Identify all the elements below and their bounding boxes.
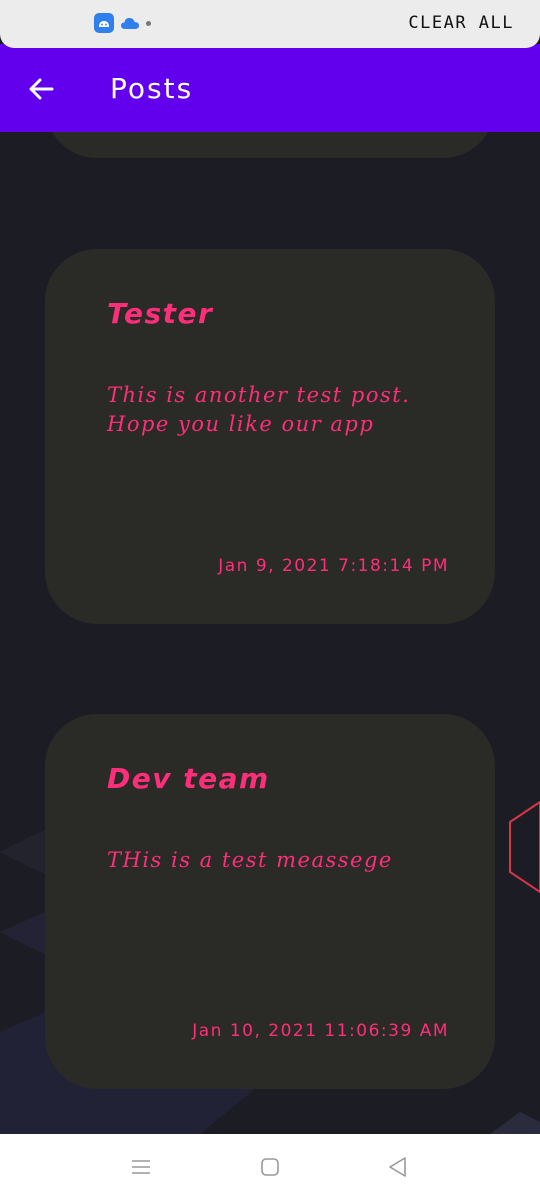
- page-title: Posts: [110, 72, 194, 105]
- arrow-left-icon[interactable]: [22, 74, 62, 104]
- system-nav-bar: [0, 1134, 540, 1200]
- notification-shade: CLEAR ALL: [0, 0, 540, 48]
- post-message: This is another test post. Hope you like…: [107, 383, 411, 436]
- android-app-icon: [94, 13, 114, 33]
- cloud-icon: [121, 18, 139, 29]
- post-timestamp: Jan 10, 2021 11:06:39 AM: [192, 1021, 449, 1041]
- home-icon[interactable]: [259, 1156, 281, 1178]
- back-triangle-icon[interactable]: [387, 1156, 409, 1178]
- post-card[interactable]: Dev team THis is a test meassege Jan 10,…: [45, 714, 495, 1089]
- post-timestamp: Jan 9, 2021 7:18:14 PM: [218, 556, 449, 576]
- post-author: Dev team: [107, 762, 270, 795]
- post-author: Tester: [107, 297, 214, 330]
- more-dot-icon: [146, 20, 151, 26]
- app-bar: Posts: [0, 44, 540, 132]
- post-message: THis is a test meassege: [107, 848, 393, 872]
- recents-icon[interactable]: [130, 1156, 152, 1178]
- clear-all-button[interactable]: CLEAR ALL: [408, 13, 514, 33]
- status-icons: [94, 13, 151, 33]
- post-card[interactable]: Tester This is another test post. Hope y…: [45, 249, 495, 624]
